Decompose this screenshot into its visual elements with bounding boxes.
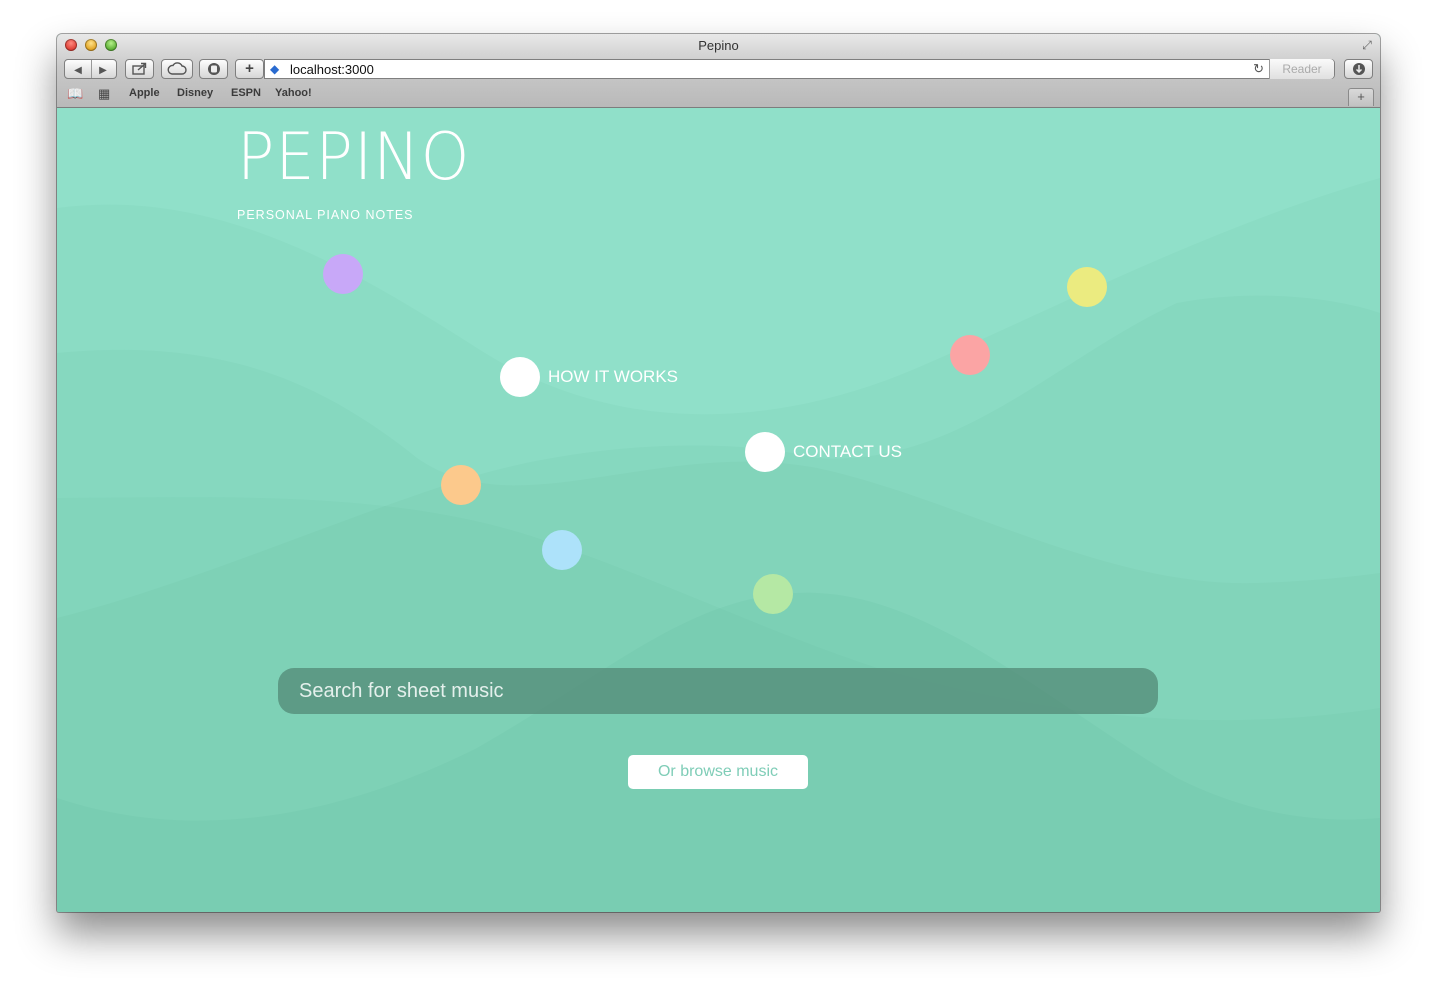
browser-window: Pepino ⤢ ◀ ▶ + ◆ localhost:3000 ↻ Reader… bbox=[57, 34, 1380, 912]
red-note-dot bbox=[950, 335, 990, 375]
nav-divider bbox=[91, 60, 92, 78]
bookmark-apple[interactable]: Apple bbox=[129, 87, 160, 99]
sheet-music-search-input[interactable] bbox=[278, 668, 1158, 714]
privacy-button[interactable] bbox=[199, 59, 228, 79]
green-note-dot bbox=[753, 574, 793, 614]
bookmarks-bar: 📖 ▦ Apple Disney ESPN Yahoo! + bbox=[57, 84, 1380, 106]
back-forward-group: ◀ ▶ bbox=[64, 59, 117, 79]
contact-us-link[interactable]: CONTACT US bbox=[793, 442, 902, 462]
top-sites-icon[interactable]: ▦ bbox=[98, 86, 110, 102]
bookmark-disney[interactable]: Disney bbox=[177, 87, 213, 99]
logo-tagline: PERSONAL PIANO NOTES bbox=[237, 208, 414, 222]
share-button[interactable] bbox=[125, 59, 154, 79]
reading-list-icon[interactable]: 📖 bbox=[67, 86, 83, 102]
download-icon bbox=[1352, 63, 1365, 75]
cloud-icon bbox=[167, 62, 187, 75]
orange-note-dot bbox=[441, 465, 481, 505]
how-it-works-link[interactable]: HOW IT WORKS bbox=[548, 367, 678, 387]
bookmark-espn[interactable]: ESPN bbox=[231, 87, 261, 99]
how-it-works-dot[interactable] bbox=[500, 357, 540, 397]
window-title: Pepino bbox=[698, 38, 739, 53]
bookmark-yahoo[interactable]: Yahoo! bbox=[275, 87, 312, 99]
fullscreen-icon[interactable]: ⤢ bbox=[1360, 38, 1374, 52]
forward-button[interactable]: ▶ bbox=[91, 62, 116, 80]
browser-chrome: Pepino ⤢ ◀ ▶ + ◆ localhost:3000 ↻ Reader… bbox=[57, 34, 1380, 108]
contact-us-dot[interactable] bbox=[745, 432, 785, 472]
logo-wordmark: PEPINO bbox=[237, 118, 471, 195]
url-text[interactable]: localhost:3000 bbox=[290, 62, 374, 77]
blue-note-dot bbox=[542, 530, 582, 570]
add-bookmark-button[interactable]: + bbox=[235, 59, 264, 79]
page-viewport: PEPINO PERSONAL PIANO NOTES HOW IT WORKS… bbox=[57, 108, 1380, 912]
share-icon bbox=[131, 62, 146, 75]
site-favicon-icon: ◆ bbox=[270, 62, 280, 76]
title-bar: Pepino ⤢ bbox=[57, 34, 1380, 56]
purple-note-dot bbox=[323, 254, 363, 294]
background-waves bbox=[57, 178, 1380, 912]
icloud-tabs-button[interactable] bbox=[161, 59, 193, 79]
browser-toolbar: ◀ ▶ + ◆ localhost:3000 ↻ Reader bbox=[57, 58, 1380, 82]
reader-button[interactable]: Reader bbox=[1269, 59, 1334, 79]
yellow-note-dot bbox=[1067, 267, 1107, 307]
new-tab-button[interactable]: + bbox=[1348, 88, 1374, 106]
browse-music-button[interactable]: Or browse music bbox=[628, 755, 808, 789]
downloads-button[interactable] bbox=[1344, 59, 1373, 79]
address-bar[interactable]: ◆ localhost:3000 ↻ Reader bbox=[264, 59, 1335, 79]
back-button[interactable]: ◀ bbox=[66, 62, 91, 80]
hand-icon bbox=[207, 63, 220, 75]
reload-icon[interactable]: ↻ bbox=[1253, 61, 1264, 77]
